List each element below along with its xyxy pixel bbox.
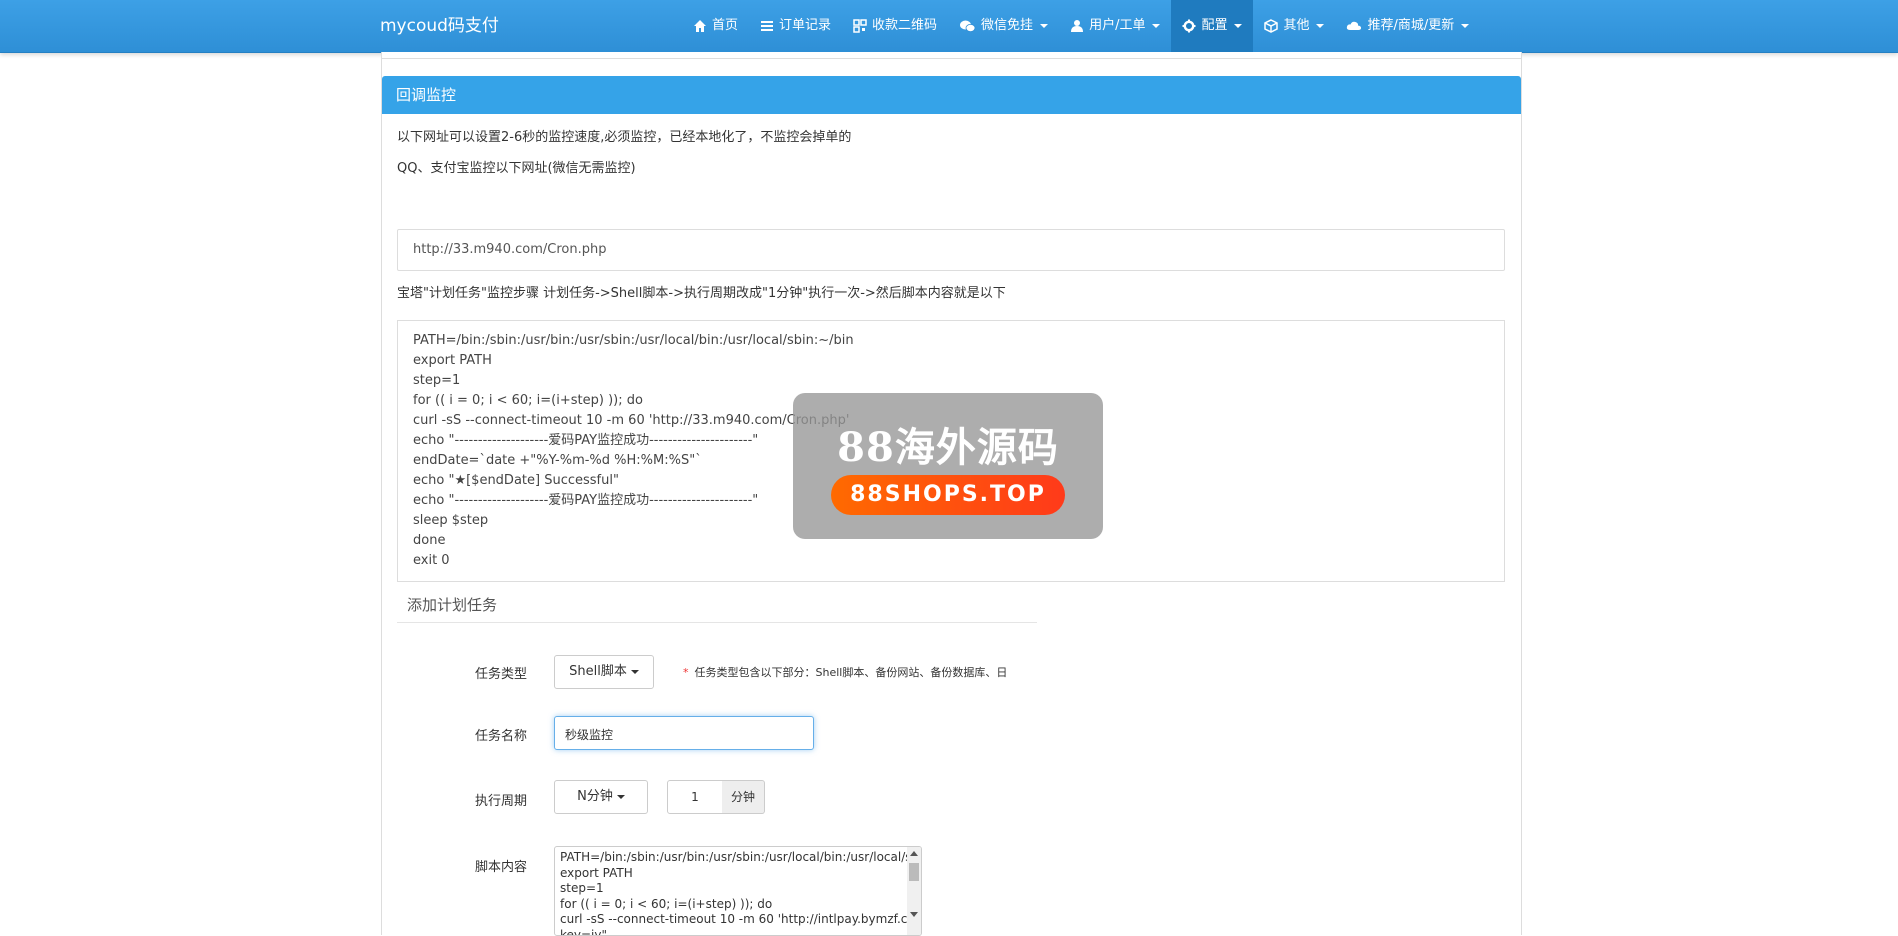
- scroll-up-icon[interactable]: [910, 851, 918, 856]
- nav-item-other[interactable]: 其他: [1253, 0, 1335, 52]
- baota-steps-note: 宝塔"计划任务"监控步骤 计划任务->Shell脚本->执行周期改成"1分钟"执…: [397, 286, 1006, 301]
- script-content-textarea[interactable]: PATH=/bin:/sbin:/usr/bin:/usr/sbin:/usr/…: [554, 846, 922, 936]
- scroll-thumb[interactable]: [909, 863, 919, 881]
- nav-item-qrcode[interactable]: 收款二维码: [842, 0, 948, 52]
- add-task-title: 添加计划任务: [407, 596, 498, 614]
- nav-item-label: 收款二维码: [872, 18, 938, 33]
- script-content-text: PATH=/bin:/sbin:/usr/bin:/usr/sbin:/usr/…: [560, 850, 921, 936]
- nav-item-config[interactable]: 配置: [1171, 0, 1254, 52]
- period-number-input[interactable]: 1: [667, 780, 723, 814]
- nav-item-label: 首页: [712, 18, 739, 33]
- brand-title[interactable]: mycoud码支付: [380, 0, 499, 52]
- watermark-badge: 88海外源码 88SHOPS.TOP: [793, 393, 1103, 539]
- qrcode-icon: [853, 19, 867, 33]
- monitor-url-value: http://33.m940.com/Cron.php: [413, 242, 607, 257]
- home-icon: [694, 20, 706, 32]
- period-label: 执行周期: [475, 794, 528, 809]
- nav-item-home[interactable]: 首页: [682, 0, 749, 52]
- form-divider: [397, 622, 1037, 623]
- nav-item-label: 其他: [1283, 18, 1310, 33]
- nav-item-label: 推荐/商城/更新: [1367, 18, 1455, 33]
- wechat-icon: [960, 20, 976, 32]
- cloud-icon: [1347, 21, 1362, 30]
- watermark-site: 88SHOPS.TOP: [831, 475, 1065, 515]
- period-value: N分钟: [577, 789, 613, 804]
- list-icon: [761, 21, 774, 31]
- qq-alipay-note: QQ、支付宝监控以下网址(微信无需监控): [397, 161, 636, 176]
- nav-item-user[interactable]: 用户/工单: [1059, 0, 1171, 52]
- chevron-down-icon: [1234, 24, 1243, 28]
- gear-icon: [1182, 19, 1196, 33]
- period-dropdown[interactable]: N分钟: [554, 780, 648, 814]
- required-star: *: [683, 666, 689, 679]
- nav-item-label: 订单记录: [779, 18, 832, 33]
- chevron-down-icon: [1316, 24, 1325, 28]
- task-type-dropdown[interactable]: Shell脚本: [554, 655, 654, 689]
- scroll-down-icon[interactable]: [910, 912, 918, 917]
- intro-text: 以下网址可以设置2-6秒的监控速度,必须监控，已经本地化了，不监控会掉单的: [397, 130, 852, 145]
- watermark-title: 88海外源码: [837, 424, 1059, 471]
- nav-item-store[interactable]: 推荐/商城/更新: [1335, 0, 1480, 52]
- caret-down-icon: [616, 794, 625, 799]
- chevron-down-icon: [1040, 24, 1049, 28]
- nav-item-label: 用户/工单: [1089, 18, 1146, 33]
- task-name-value: 秒级监控: [565, 728, 614, 742]
- nav-item-label: 配置: [1201, 18, 1228, 33]
- nav-item-wechat[interactable]: 微信免挂: [948, 0, 1059, 52]
- chevron-down-icon: [1461, 24, 1470, 28]
- script-content-label: 脚本内容: [475, 860, 528, 875]
- user-icon: [1071, 20, 1084, 32]
- monitor-url-field[interactable]: http://33.m940.com/Cron.php: [397, 229, 1505, 271]
- cube-icon: [1264, 19, 1279, 33]
- task-type-value: Shell脚本: [569, 664, 627, 679]
- previous-panel-edge: [382, 52, 1521, 59]
- task-type-note: * 任务类型包含以下部分：Shell脚本、备份网站、备份数据库、日: [683, 664, 1007, 680]
- period-unit-addon: 分钟: [722, 780, 765, 814]
- panel-title: 回调监控: [382, 76, 1521, 114]
- nav-menu: 首页 订单记录 收款二维码 微信免挂 用户/工单 配置 其他 推荐/商城/更新: [682, 0, 1480, 52]
- task-type-note-text: 任务类型包含以下部分：Shell脚本、备份网站、备份数据库、日: [694, 666, 1008, 679]
- textarea-scrollbar[interactable]: [907, 847, 921, 935]
- chevron-down-icon: [1152, 24, 1161, 28]
- caret-down-icon: [630, 669, 639, 674]
- task-name-label: 任务名称: [475, 729, 528, 744]
- nav-item-orders[interactable]: 订单记录: [749, 0, 842, 52]
- task-type-label: 任务类型: [475, 667, 528, 682]
- task-name-input[interactable]: 秒级监控: [554, 716, 814, 750]
- nav-item-label: 微信免挂: [981, 18, 1034, 33]
- top-navbar: mycoud码支付 首页 订单记录 收款二维码 微信免挂 用户/工单 配置 其他…: [0, 0, 1898, 53]
- script-code-text: PATH=/bin:/sbin:/usr/bin:/usr/sbin:/usr/…: [413, 333, 854, 568]
